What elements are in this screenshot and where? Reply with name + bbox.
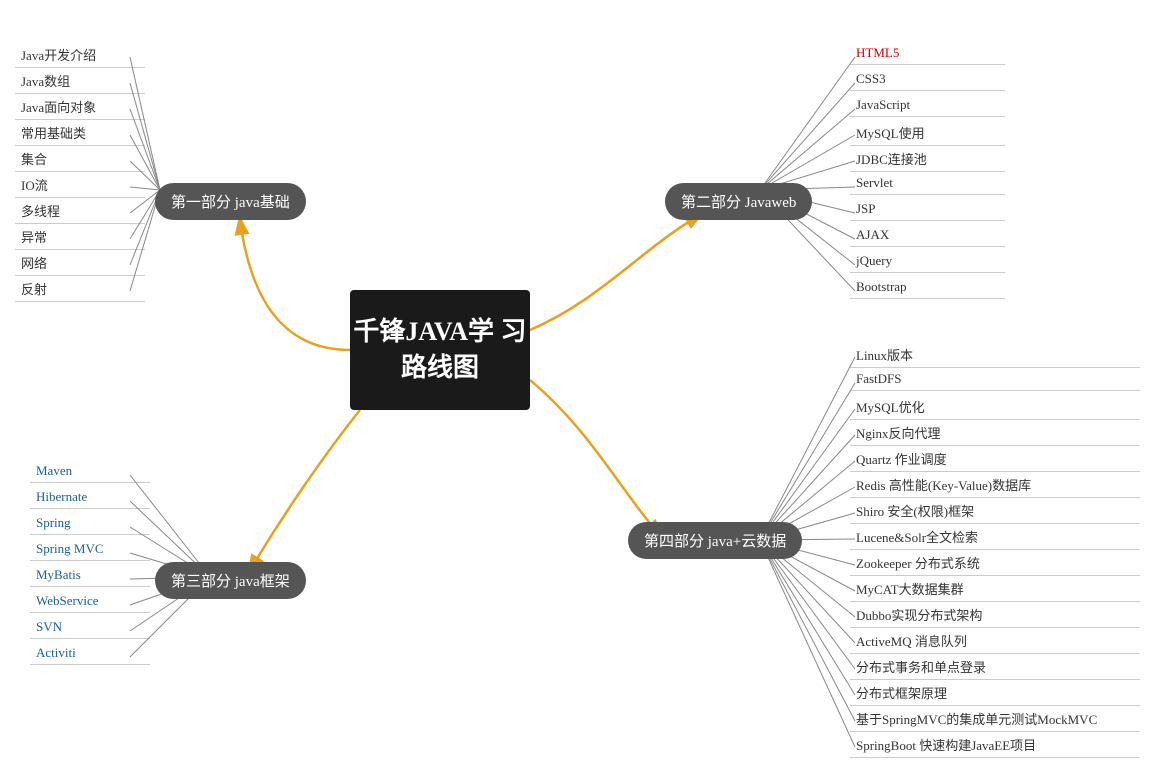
list-item: Maven: [30, 460, 150, 483]
list-item: Java面向对象: [15, 94, 145, 120]
list-item: HTML5: [850, 42, 1005, 65]
list-item: 基于SpringMVC的集成单元测试MockMVC: [850, 706, 1140, 732]
list-item: SpringBoot 快速构建JavaEE项目: [850, 732, 1140, 758]
list-item: Activiti: [30, 642, 150, 665]
list-item: WebService: [30, 590, 150, 613]
center-label: 千锋JAVA学 习路线图: [350, 314, 530, 387]
list-item: JavaScript: [850, 94, 1005, 117]
mind-map: 千锋JAVA学 习路线图 第一部分 java基础 Java开发介绍 Java数组…: [0, 0, 1155, 776]
list-item: Bootstrap: [850, 276, 1005, 299]
branch-part2-label: 第二部分 Javaweb: [681, 195, 796, 211]
list-item: 多线程: [15, 198, 145, 224]
list-item: AJAX: [850, 224, 1005, 247]
list-item: SVN: [30, 616, 150, 639]
list-item: MyCAT大数据集群: [850, 576, 1140, 602]
list-item: 反射: [15, 276, 145, 302]
branch-part1: 第一部分 java基础: [155, 183, 306, 220]
list-item: Linux版本: [850, 342, 1140, 368]
list-item: Java数组: [15, 68, 145, 94]
list-item: Shiro 安全(权限)框架: [850, 498, 1140, 524]
branch-part2: 第二部分 Javaweb: [665, 183, 812, 220]
list-item-hibernate: Hibernate: [30, 486, 150, 509]
list-item: jQuery: [850, 250, 1005, 273]
list-item: JDBC连接池: [850, 146, 1005, 172]
list-item: Redis 高性能(Key-Value)数据库: [850, 472, 1140, 498]
list-item: Zookeeper 分布式系统: [850, 550, 1140, 576]
list-item: FastDFS: [850, 368, 1140, 391]
branch-part1-label: 第一部分 java基础: [171, 195, 290, 211]
list-item: CSS3: [850, 68, 1005, 91]
branch-part3: 第三部分 java框架: [155, 562, 306, 599]
list-item: Dubbo实现分布式架构: [850, 602, 1140, 628]
list-item: 异常: [15, 224, 145, 250]
branch-part3-label: 第三部分 java框架: [171, 574, 290, 590]
list-item: 常用基础类: [15, 120, 145, 146]
list-item: JSP: [850, 198, 1005, 221]
list-item: Nginx反向代理: [850, 420, 1140, 446]
list-item: MyBatis: [30, 564, 150, 587]
center-node: 千锋JAVA学 习路线图: [350, 290, 530, 410]
list-item: Servlet: [850, 172, 1005, 195]
list-item: Lucene&Solr全文检索: [850, 524, 1140, 550]
list-item: 集合: [15, 146, 145, 172]
branch-part4: 第四部分 java+云数据: [628, 522, 802, 559]
list-item: MySQL优化: [850, 394, 1140, 420]
branch-part4-label: 第四部分 java+云数据: [644, 534, 786, 550]
list-item: Spring: [30, 512, 150, 535]
list-item: 分布式事务和单点登录: [850, 654, 1140, 680]
list-item: 分布式框架原理: [850, 680, 1140, 706]
list-item: 网络: [15, 250, 145, 276]
list-item: Quartz 作业调度: [850, 446, 1140, 472]
list-item: ActiveMQ 消息队列: [850, 628, 1140, 654]
list-item: IO流: [15, 172, 145, 198]
list-item: Spring MVC: [30, 538, 150, 561]
list-item: Java开发介绍: [15, 42, 145, 68]
list-item: MySQL使用: [850, 120, 1005, 146]
